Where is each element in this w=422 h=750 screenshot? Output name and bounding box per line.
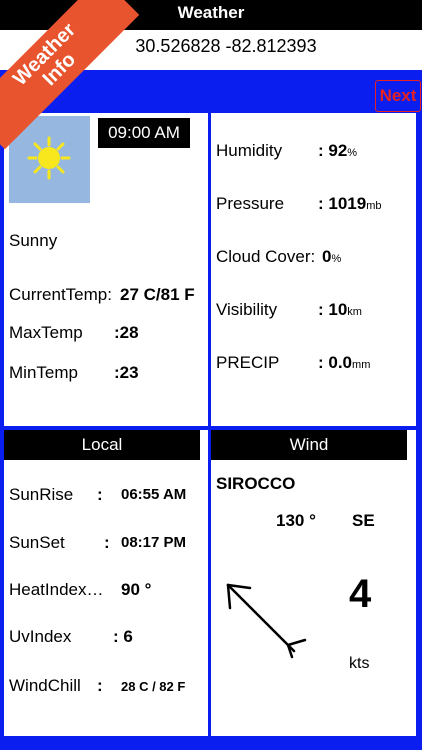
wind-speed: 4 xyxy=(349,572,372,616)
sunset-label: SunSet xyxy=(9,533,65,552)
pressure-label: Pressure xyxy=(216,194,285,213)
wind-chill-value: 28 C / 82 F xyxy=(121,679,186,694)
sunset-value: 08:17 PM xyxy=(121,534,187,551)
pressure-value: : 1019mb xyxy=(318,194,382,213)
wind-speed-unit: kts xyxy=(349,655,370,672)
wind-name: SIROCCO xyxy=(216,474,296,493)
uv-index-value: : 6 xyxy=(113,627,133,646)
cloud-cover-value: 0% xyxy=(322,247,342,266)
heat-index-label: HeatIndex… xyxy=(9,580,104,599)
precip-value: : 0.0mm xyxy=(318,353,371,372)
cloud-cover-label: Cloud Cover: xyxy=(216,247,316,266)
min-temp-value: :23 xyxy=(114,363,139,382)
next-button[interactable]: Next xyxy=(375,80,421,112)
wind-direction-degrees: 130 ° xyxy=(276,511,316,530)
sunrise-label: SunRise xyxy=(9,485,74,504)
visibility-label: Visibility xyxy=(216,300,278,319)
min-temp-label: MinTemp xyxy=(9,363,78,382)
heat-index-value: 90 ° xyxy=(121,580,152,599)
wind-direction-cardinal: SE xyxy=(352,511,375,530)
max-temp-label: MaxTemp xyxy=(9,323,83,342)
weather-info-ribbon: Weather Info xyxy=(0,0,160,160)
sunrise-colon: : xyxy=(97,485,103,504)
humidity-value: : 92% xyxy=(318,141,358,160)
precip-label: PRECIP xyxy=(216,353,280,372)
wind-chill-label: WindChill xyxy=(9,676,81,695)
current-temp-label: CurrentTemp: xyxy=(9,285,112,304)
current-temp-value: 27 C/81 F xyxy=(120,285,195,304)
max-temp-value: :28 xyxy=(114,323,139,342)
wind-chill-colon: : xyxy=(97,676,103,695)
humidity-label: Humidity xyxy=(216,141,283,160)
ribbon-banner: Weather Info xyxy=(0,0,140,150)
local-header: Local xyxy=(4,430,200,460)
wind-header: Wind xyxy=(211,430,407,460)
visibility-value: : 10km xyxy=(318,300,362,319)
wind-direction-arrow-icon xyxy=(226,583,307,659)
sunrise-value: 06:55 AM xyxy=(121,486,187,503)
condition-text: Sunny xyxy=(9,231,58,250)
uv-index-label: UvIndex xyxy=(9,627,72,646)
sunset-colon: : xyxy=(104,533,110,552)
